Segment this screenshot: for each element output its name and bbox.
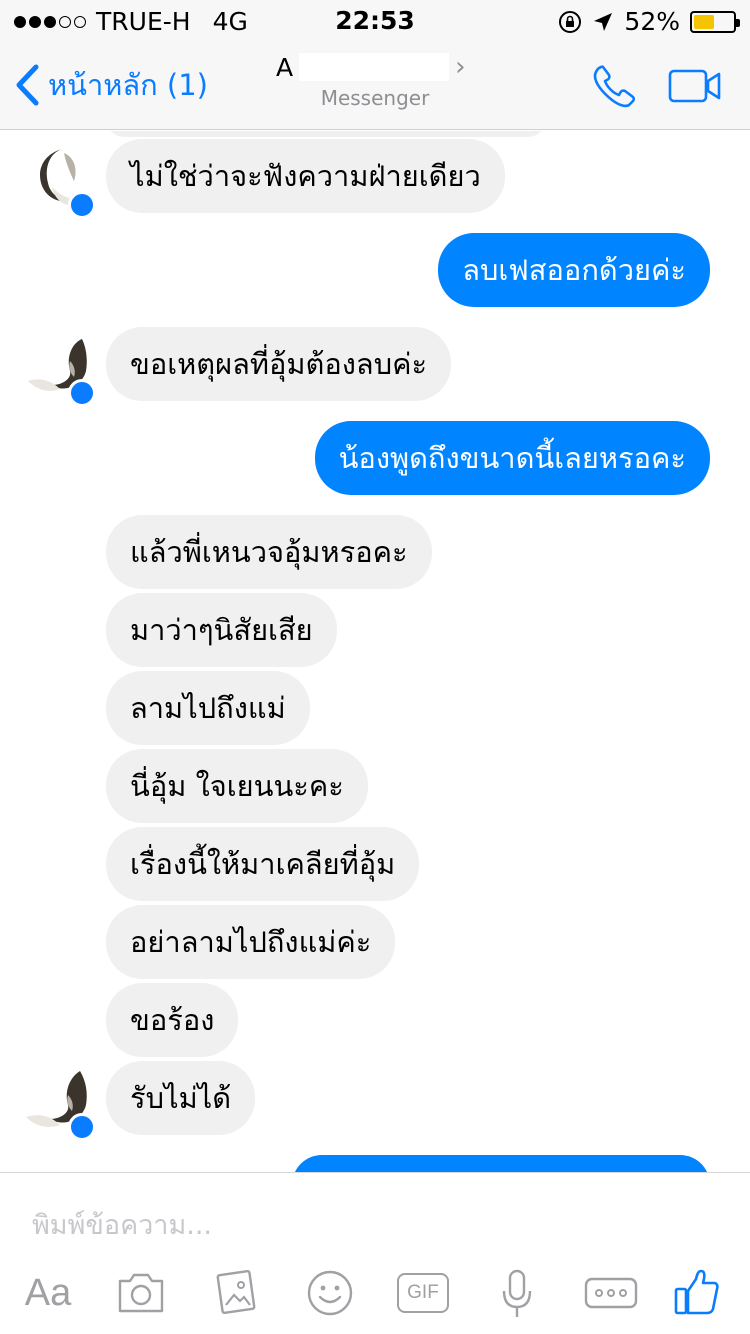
message-bubble-incoming[interactable]: อย่าลามไปถึงแม่ค่ะ [106, 905, 396, 979]
status-right: 52% [558, 7, 740, 36]
message-bubble-partial [292, 1155, 710, 1172]
battery-fill [694, 14, 714, 29]
phone-call-button[interactable] [590, 62, 638, 110]
message-bubble-incoming[interactable]: เรื่องนี้ให้มาเคลียที่อุ้ม [106, 827, 420, 901]
messenger-badge-icon [68, 1113, 96, 1141]
camera-icon[interactable] [116, 1263, 166, 1323]
message-list[interactable]: ไม่ใช่ว่าจะฟังความฝ่ายเดียว ลบเฟสออกด้วย… [0, 131, 750, 1172]
photo-gallery-icon[interactable] [212, 1263, 260, 1323]
composer: พิมพ์ข้อความ... Aa GIF [0, 1172, 750, 1334]
microphone-icon[interactable] [500, 1263, 534, 1323]
message-bubble-incoming[interactable]: ขอร้อง [106, 983, 239, 1057]
location-arrow-icon [594, 12, 613, 31]
more-options-icon[interactable] [584, 1263, 638, 1323]
message-input[interactable]: พิมพ์ข้อความ... [32, 1203, 212, 1246]
contact-name: A [276, 52, 294, 82]
gif-label: GIF [397, 1273, 449, 1313]
message-bubble-incoming[interactable]: มาว่าๆนิสัยเสีย [106, 593, 337, 667]
message-bubble-outgoing[interactable]: ลบเฟสออกด้วยค่ะ [438, 233, 710, 307]
message-bubble-incoming[interactable]: นี่อุ้ม ใจเยนนะคะ [106, 749, 368, 823]
video-call-button[interactable] [668, 68, 722, 104]
chevron-right-icon: › [455, 52, 466, 82]
thumbs-up-button[interactable] [672, 1263, 720, 1323]
message-bubble-incoming[interactable]: ลามไปถึงแม่ [106, 671, 310, 745]
message-bubble-incoming[interactable]: ขอเหตุผลที่อุ้มต้องลบค่ะ [106, 327, 452, 401]
status-bar: TRUE-H 4G 22:53 52% [0, 0, 750, 40]
messenger-badge-icon [68, 191, 96, 219]
battery-icon [690, 10, 740, 33]
avatar[interactable] [22, 143, 96, 219]
message-bubble-incoming[interactable]: แล้วพี่เหนวจอุ้มหรอคะ [106, 515, 432, 589]
avatar[interactable] [22, 331, 96, 407]
message-bubble-incoming[interactable]: ไม่ใช่ว่าจะฟังความฝ่ายเดียว [106, 139, 505, 213]
message-bubble-incoming[interactable]: รับไม่ได้ [106, 1061, 256, 1135]
message-bubble-partial [106, 131, 546, 137]
nav-bar: หน้าหลัก (1) A › Messenger [0, 40, 750, 130]
orientation-lock-icon [559, 10, 582, 33]
redacted-name [299, 53, 450, 81]
composer-toolbar: Aa GIF [0, 1263, 750, 1323]
emoji-icon[interactable] [306, 1263, 354, 1323]
gif-button[interactable]: GIF [396, 1263, 450, 1323]
messenger-badge-icon [68, 379, 96, 407]
avatar[interactable] [22, 1065, 96, 1141]
chat-title[interactable]: A › [276, 52, 466, 82]
text-format-button[interactable]: Aa [20, 1263, 76, 1323]
battery-percent: 52% [624, 7, 680, 36]
message-bubble-outgoing[interactable]: น้องพูดถึงขนาดนี้เลยหรอคะ [314, 421, 710, 495]
